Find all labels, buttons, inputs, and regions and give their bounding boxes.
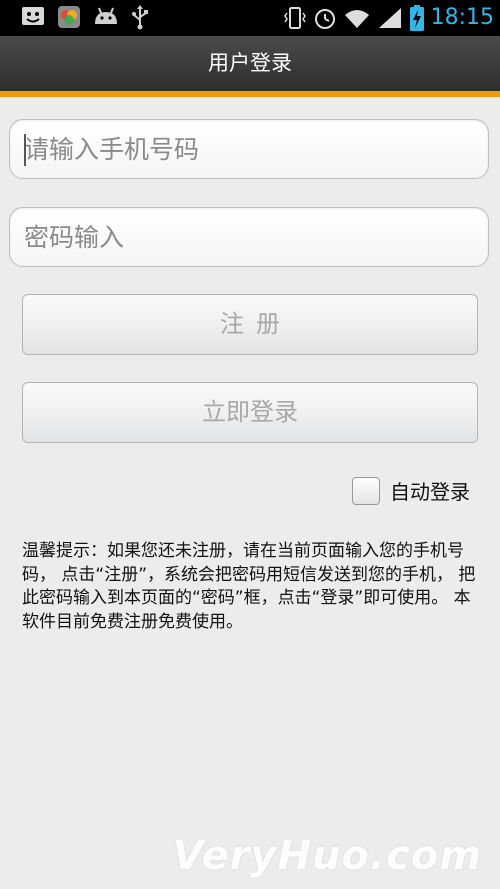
password-field[interactable] xyxy=(9,207,489,267)
tip-text: 温馨提示：如果您还未注册，请在当前页面输入您的手机号码， 点击“注册”，系统会把… xyxy=(22,541,476,632)
photo-app-icon xyxy=(56,4,82,30)
notification-icon xyxy=(20,5,46,29)
password-input[interactable] xyxy=(24,208,474,266)
auto-login-row[interactable]: 自动登录 xyxy=(352,476,470,505)
text-cursor xyxy=(24,134,26,166)
status-bar: 18:15 xyxy=(0,0,500,36)
wifi-icon xyxy=(343,6,371,30)
register-button[interactable]: 注册 xyxy=(22,294,478,355)
vibrate-icon xyxy=(283,5,307,31)
page-title: 用户登录 xyxy=(208,51,292,75)
status-time: 18:15 xyxy=(430,5,494,30)
phone-input[interactable] xyxy=(24,120,474,178)
status-bar-system: 18:15 xyxy=(283,2,494,34)
battery-charging-icon xyxy=(409,4,425,32)
usb-icon xyxy=(130,4,150,30)
status-bar-notifications xyxy=(20,4,150,30)
title-accent-line xyxy=(0,91,500,97)
login-button[interactable]: 立即登录 xyxy=(22,382,478,443)
signal-icon xyxy=(377,6,403,30)
watermark-logo: VeryHuo.com xyxy=(172,833,482,879)
auto-login-checkbox[interactable] xyxy=(352,476,380,505)
phone-field[interactable] xyxy=(9,119,489,179)
title-bar: 用户登录 xyxy=(0,36,500,91)
auto-login-label: 自动登录 xyxy=(390,480,470,504)
android-icon xyxy=(92,6,120,28)
alarm-icon xyxy=(313,5,337,31)
